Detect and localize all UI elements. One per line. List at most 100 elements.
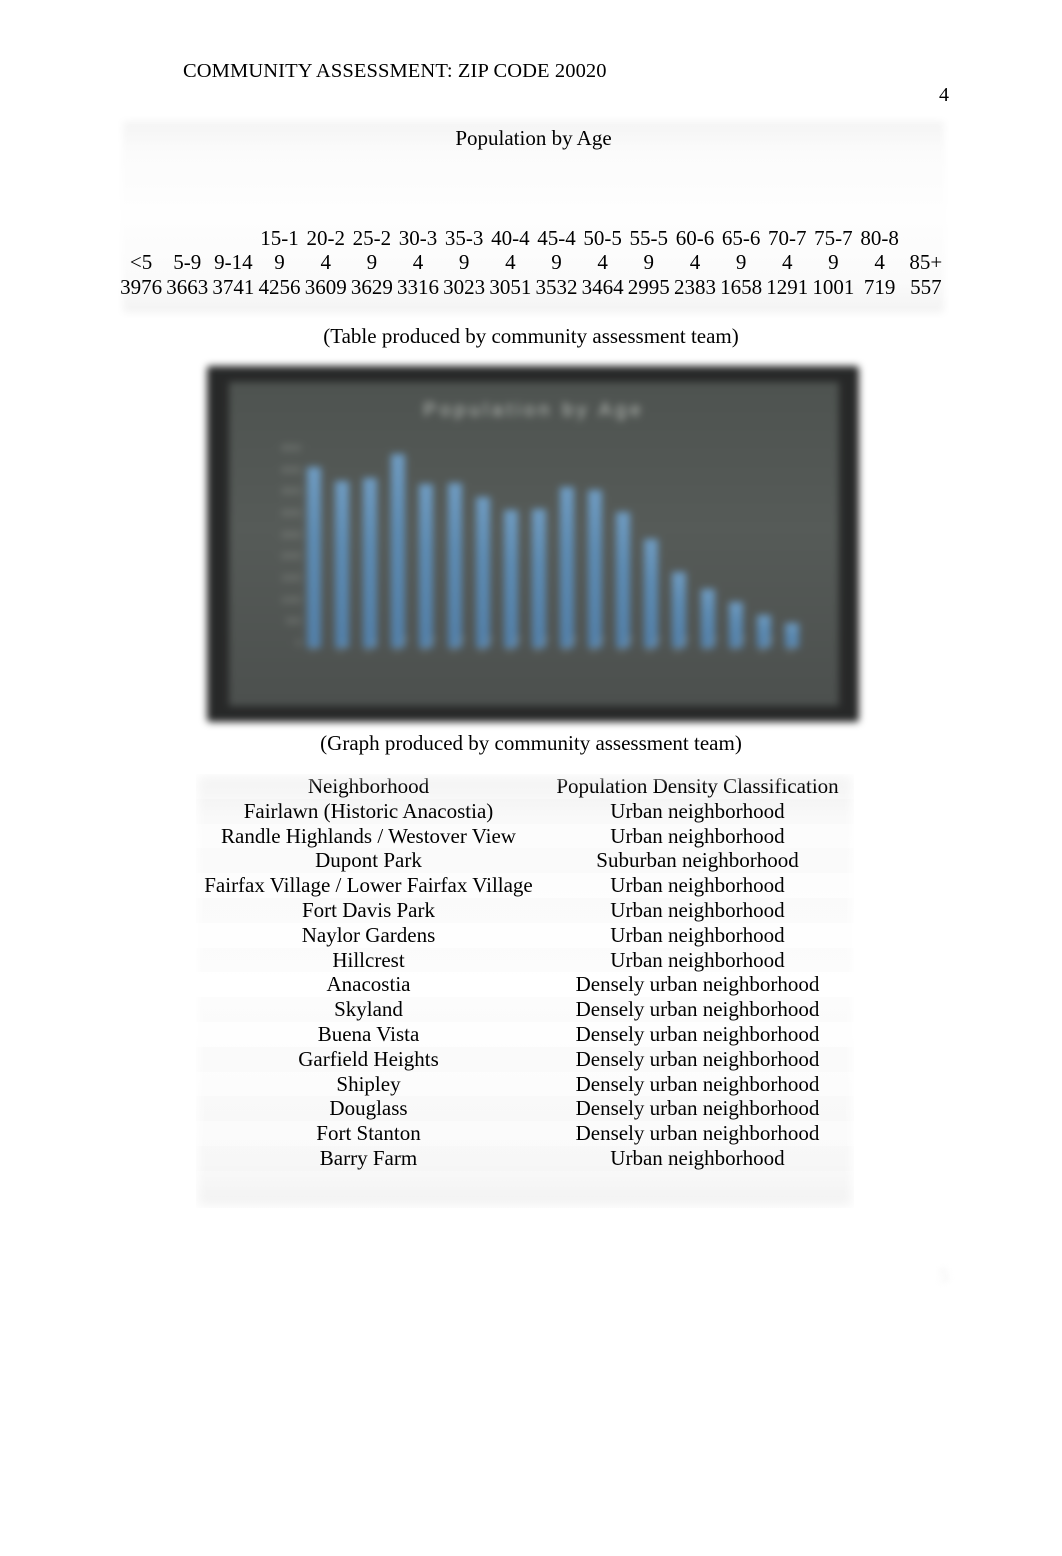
table-row: Fort Stanton Densely urban neighborhood: [196, 1121, 854, 1146]
source-note-line-2: [0, 1231, 1062, 1256]
neighborhood-classification-cell: Densely urban neighborhood: [575, 1071, 820, 1096]
age-population-value: 2995: [627, 275, 670, 299]
age-population-value: 4256: [258, 275, 301, 299]
chart-bar: [588, 490, 603, 648]
neighborhood-classification-cell: Urban neighborhood: [610, 798, 785, 823]
chart-bar-series: [307, 443, 799, 648]
table-row: Skyland Densely urban neighborhood: [196, 997, 854, 1022]
neighborhood-name-cell: Randle Highlands / Westover View: [221, 823, 516, 848]
chart-y-tick-label: 2000: [280, 551, 301, 562]
neighborhood-classification-cell: Densely urban neighborhood: [575, 1121, 820, 1146]
age-column-header: 75-79: [814, 225, 853, 274]
age-population-value: 1001: [812, 275, 855, 299]
age-column-header: 9-14: [214, 249, 253, 274]
chart-y-tick-label: 2500: [280, 529, 301, 540]
chart-y-tick-label: 1000: [280, 594, 301, 605]
chart-x-axis: <5 5-9 9-14 15-19 20-24 25-29 30-34 35-39 40-44 4…: [307, 634, 800, 690]
table-row: Shipley Densely urban neighborhood: [196, 1072, 854, 1097]
table-row: Buena Vista Densely urban neighborhood: [196, 1022, 854, 1047]
chart-title: Population by Age: [423, 400, 645, 421]
age-table-header-row: <5 5-9 9-14 15-19 20-24 25-29 30-34 35-39 40-44 4…: [118, 152, 949, 274]
age-column-header: 60-64: [675, 225, 715, 274]
neighborhood-classification-cell: Densely urban neighborhood: [575, 1046, 820, 1071]
chart-y-tick-label: 3500: [280, 486, 301, 497]
neighborhood-column-header: Population Density Classification: [556, 774, 839, 798]
neighborhood-name-cell: Fort Stanton: [316, 1121, 421, 1146]
neighborhood-classification-cell: Densely urban neighborhood: [575, 1096, 820, 1121]
neighborhood-column-header: Neighborhood: [307, 774, 430, 798]
chart-plot-area: Population by Age 4500 4000 3500 3000 2500 20…: [229, 382, 839, 706]
table-row: Dupont Park Suburban neighborhood: [196, 848, 854, 873]
neighborhood-density-table: Neighborhood Population Density Classific…: [196, 774, 854, 1208]
running-head: COMMUNITY ASSESSMENT: ZIP CODE 20020: [183, 60, 607, 82]
page-number: 4: [939, 84, 949, 106]
neighborhood-classification-cell: Densely urban neighborhood: [575, 1021, 820, 1046]
age-population-value: 1291: [766, 275, 809, 299]
age-population-value: 3609: [304, 275, 347, 299]
age-population-value: 1658: [720, 275, 763, 299]
age-column-header: 25-29: [352, 225, 392, 274]
neighborhood-name-cell: Garfield Heights: [298, 1046, 439, 1071]
neighborhood-name-cell: Fairlawn (Historic Anacostia): [243, 798, 494, 823]
table-row: Barry Farm Urban neighborhood: [196, 1146, 854, 1171]
table-row: Hillcrest Urban neighborhood: [196, 948, 854, 973]
age-population-value: 3976: [120, 275, 163, 299]
age-column-header: 45-49: [537, 225, 576, 274]
age-population-value: 3051: [489, 275, 532, 299]
neighborhood-name-cell: Skyland: [334, 997, 403, 1022]
age-population-value: 3663: [166, 275, 209, 299]
population-by-age-table: Population by Age <5 5-9 9-14 15-19 20-24 25-…: [118, 116, 949, 318]
age-column-header: 30-34: [398, 225, 438, 274]
chart-bar: [503, 510, 518, 648]
source-note: [0, 1206, 1062, 1256]
chart-y-tick-label: 4000: [280, 464, 301, 475]
neighborhood-name-cell: Dupont Park: [315, 848, 422, 873]
neighborhood-classification-cell: Urban neighborhood: [610, 1145, 785, 1170]
age-column-header: 80-84: [860, 225, 899, 274]
age-column-header: 20-24: [306, 225, 345, 274]
age-table-value-row: 3976 3663 3741 4256 3609 3629 3316 3023 3051 3532…: [118, 274, 949, 324]
table-row: Douglass Densely urban neighborhood: [196, 1096, 854, 1121]
neighborhood-name-cell: Barry Farm: [319, 1145, 418, 1170]
table-row: Fairlawn (Historic Anacostia) Urban neigh…: [196, 799, 854, 824]
source-note-line-1: [0, 1206, 1062, 1231]
age-data-grid: <5 5-9 9-14 15-19 20-24 25-29 30-34 35-39 40-44 4…: [118, 152, 949, 324]
neighborhood-classification-cell: Densely urban neighborhood: [575, 972, 820, 997]
chart-bar: [644, 539, 659, 648]
chart-y-tick-label: 4500: [280, 443, 301, 453]
neighborhood-name-cell: Hillcrest: [332, 947, 405, 972]
neighborhood-classification-cell: Urban neighborhood: [610, 897, 785, 922]
chart-y-tick-label: 1500: [280, 572, 301, 583]
chart-bar: [419, 483, 434, 648]
age-column-header: 85+: [909, 249, 943, 274]
population-by-age-title: Population by Age: [455, 126, 612, 150]
table-caption: (Table produced by community assessment …: [323, 324, 739, 348]
age-column-header: 65-69: [721, 225, 761, 274]
age-population-value: 3532: [535, 275, 578, 299]
neighborhood-name-cell: Shipley: [336, 1071, 401, 1096]
neighborhood-name-cell: Anacostia: [326, 972, 411, 997]
chart-bar: [391, 454, 406, 648]
chart-y-tick-label: 3000: [280, 507, 301, 518]
age-column-header: 15-19: [260, 225, 299, 274]
neighborhood-name-cell: Fairfax Village / Lower Fairfax Village: [204, 873, 533, 898]
neighborhood-name-cell: Naylor Gardens: [301, 922, 436, 947]
neighborhood-classification-cell: Urban neighborhood: [610, 823, 785, 848]
chart-y-tick-label: 500: [285, 616, 301, 627]
age-population-value: 3316: [397, 275, 440, 299]
age-population-value: 3629: [350, 275, 393, 299]
neighborhood-classification-cell: Suburban neighborhood: [596, 848, 799, 873]
neighborhood-classification-cell: Densely urban neighborhood: [575, 997, 820, 1022]
age-column-header: 5-9: [173, 249, 202, 274]
age-column-header: 70-74: [768, 225, 807, 274]
age-population-value: 3023: [443, 275, 486, 299]
chart-bar: [559, 487, 574, 648]
age-population-value: 3464: [581, 275, 624, 299]
age-column-header: 55-59: [629, 225, 669, 274]
population-by-age-chart: Population by Age 4500 4000 3500 3000 2500 20…: [207, 366, 859, 722]
table-row: Anacostia Densely urban neighborhood: [196, 972, 854, 997]
chart-bar: [447, 482, 462, 648]
neighborhood-classification-cell: Urban neighborhood: [610, 947, 785, 972]
age-population-value: 719: [863, 275, 896, 299]
neighborhood-classification-cell: Urban neighborhood: [610, 922, 785, 947]
